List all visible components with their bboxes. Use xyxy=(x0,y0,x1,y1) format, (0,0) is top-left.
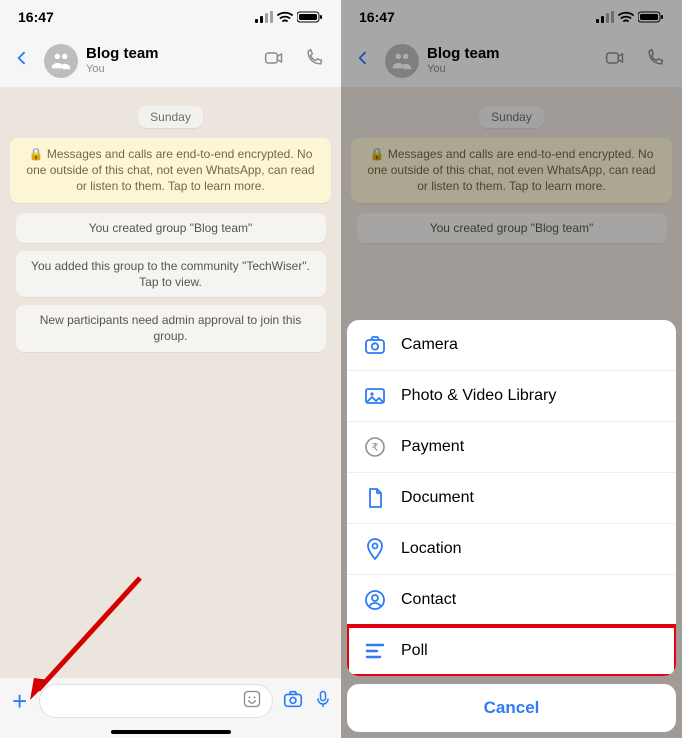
sheet-item-label: Location xyxy=(401,540,462,558)
home-indicator xyxy=(111,730,231,734)
screen-action-sheet: 16:47 Blog team You Sunday 🔒 Messages an… xyxy=(341,0,682,738)
signal-icon xyxy=(255,11,273,23)
screen-before: 16:47 Blog team You Sunday 🔒 Messages an… xyxy=(0,0,341,738)
date-chip: Sunday xyxy=(138,106,203,128)
annotation-arrow xyxy=(20,568,150,708)
status-bar: 16:47 xyxy=(0,0,341,34)
wifi-icon xyxy=(618,11,634,23)
video-call-button[interactable] xyxy=(261,48,287,73)
sheet-item-label: Contact xyxy=(401,591,456,609)
sheet-item-document[interactable]: Document xyxy=(347,473,676,524)
sheet-item-photo[interactable]: Photo & Video Library xyxy=(347,371,676,422)
sheet-item-camera[interactable]: Camera xyxy=(347,320,676,371)
chat-title: Blog team xyxy=(427,46,602,63)
sheet-item-payment[interactable]: Payment xyxy=(347,422,676,473)
camera-button[interactable] xyxy=(281,688,305,715)
back-button xyxy=(349,48,377,73)
chat-subtitle: You xyxy=(427,63,602,75)
sheet-item-label: Document xyxy=(401,489,474,507)
chat-title-block[interactable]: Blog team You xyxy=(86,46,261,75)
group-avatar xyxy=(385,44,419,78)
highlight-annotation xyxy=(347,624,676,676)
sheet-item-location[interactable]: Location xyxy=(347,524,676,575)
chat-header: Blog team You xyxy=(341,34,682,88)
status-time: 16:47 xyxy=(359,9,395,25)
system-message[interactable]: You added this group to the community "T… xyxy=(16,251,326,297)
video-call-button xyxy=(602,48,628,73)
e2e-notice[interactable]: 🔒 Messages and calls are end-to-end encr… xyxy=(10,138,331,203)
chat-title: Blog team xyxy=(86,46,261,63)
document-icon xyxy=(363,486,387,510)
chat-body: Sunday 🔒 Messages and calls are end-to-e… xyxy=(341,88,682,321)
status-time: 16:47 xyxy=(18,9,54,25)
contact-icon xyxy=(363,588,387,612)
sheet-item-label: Camera xyxy=(401,336,458,354)
system-message: You created group "Blog team" xyxy=(357,213,667,243)
sheet-item-label: Payment xyxy=(401,438,464,456)
voice-call-button[interactable] xyxy=(303,48,325,73)
signal-icon xyxy=(596,11,614,23)
payment-icon xyxy=(363,435,387,459)
sheet-item-label: Poll xyxy=(401,642,428,660)
location-icon xyxy=(363,537,387,561)
date-chip: Sunday xyxy=(479,106,544,128)
battery-icon xyxy=(638,11,664,23)
sheet-item-label: Photo & Video Library xyxy=(401,387,556,405)
e2e-notice: 🔒 Messages and calls are end-to-end encr… xyxy=(351,138,672,203)
attachment-action-sheet: Camera Photo & Video Library Payment Docume… xyxy=(347,320,676,732)
sheet-item-poll[interactable]: Poll xyxy=(347,626,676,676)
system-message: You created group "Blog team" xyxy=(16,213,326,243)
poll-icon xyxy=(363,639,387,663)
chat-subtitle: You xyxy=(86,63,261,75)
wifi-icon xyxy=(277,11,293,23)
photo-icon xyxy=(363,384,387,408)
cancel-button[interactable]: Cancel xyxy=(347,684,676,732)
sticker-icon[interactable] xyxy=(242,689,262,714)
chat-body: Sunday 🔒 Messages and calls are end-to-e… xyxy=(0,88,341,430)
back-button[interactable] xyxy=(8,48,36,73)
chat-title-block: Blog team You xyxy=(427,46,602,75)
battery-icon xyxy=(297,11,323,23)
mic-button[interactable] xyxy=(313,688,333,715)
system-message: New participants need admin approval to … xyxy=(16,305,326,351)
voice-call-button xyxy=(644,48,666,73)
status-bar: 16:47 xyxy=(341,0,682,34)
camera-icon xyxy=(363,333,387,357)
sheet-item-contact[interactable]: Contact xyxy=(347,575,676,626)
chat-header: Blog team You xyxy=(0,34,341,88)
group-avatar[interactable] xyxy=(44,44,78,78)
